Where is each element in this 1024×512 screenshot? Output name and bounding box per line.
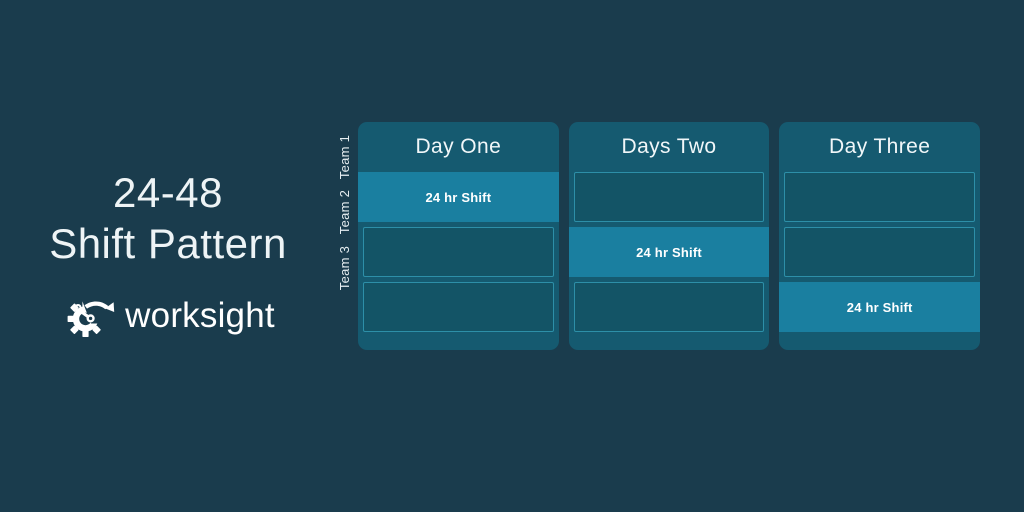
day-column-2-cells: 24 hr Shift — [568, 172, 770, 332]
team-axis: Team 1 Team 2 Team 3 — [332, 122, 358, 350]
shift-cell-team1-day3[interactable] — [784, 172, 976, 222]
day-columns: Day One 24 hr Shift Days Two 24 hr Shift… — [358, 122, 981, 350]
logo-wordmark: worksight — [125, 296, 275, 336]
day-header: Day Three — [829, 135, 931, 158]
shift-cell-team1-day2[interactable] — [573, 172, 765, 222]
logo: worksight — [0, 293, 336, 337]
shift-cell-team3-day3[interactable]: 24 hr Shift — [779, 282, 981, 332]
day-column-3: Day Three 24 hr Shift — [779, 122, 981, 350]
team-row-label: Team 2 — [337, 189, 352, 235]
shift-cell-team3-day2[interactable] — [573, 282, 765, 332]
day-column-2: Days Two 24 hr Shift — [568, 122, 770, 350]
shift-cell-team2-day3[interactable] — [784, 227, 976, 277]
day-header: Day One — [415, 135, 502, 158]
day-header: Days Two — [621, 135, 717, 158]
day-column-1-cells: 24 hr Shift — [358, 172, 559, 332]
shift-cell-team1-day1[interactable]: 24 hr Shift — [358, 172, 559, 222]
shift-cell-team2-day2[interactable]: 24 hr Shift — [568, 227, 770, 277]
day-column-3-cells: 24 hr Shift — [779, 172, 981, 332]
team-row-label: Team 1 — [337, 134, 352, 180]
shift-cell-team3-day1[interactable] — [363, 282, 554, 332]
gear-wrench-arrow-icon — [67, 298, 116, 337]
shift-pattern-grid: Team 1 Team 2 Team 3 Day One 24 hr Shift… — [332, 122, 981, 350]
page-title-line-2: Shift Pattern — [49, 220, 287, 268]
page-title-line-1: 24-48 — [113, 169, 223, 216]
day-column-1: Day One 24 hr Shift — [358, 122, 559, 350]
branding-block: 24-48 Shift Pattern worksight — [0, 170, 336, 337]
team-row-label: Team 3 — [337, 245, 352, 291]
shift-cell-team2-day1[interactable] — [363, 227, 554, 277]
